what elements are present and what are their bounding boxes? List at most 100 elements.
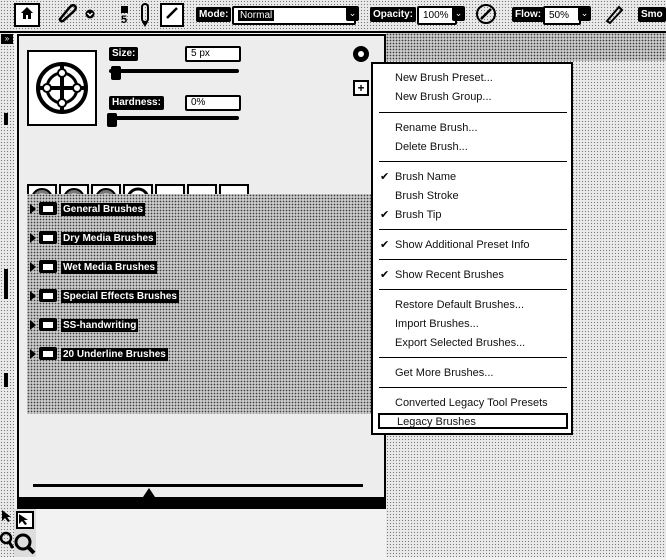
zoom-tool-icon[interactable] <box>0 531 15 551</box>
brush-preset-dropdown[interactable] <box>84 9 96 21</box>
opacity-field[interactable]: 100% <box>417 6 457 25</box>
select-tool-icon[interactable] <box>0 509 14 523</box>
menu-item-new-brush-preset[interactable]: New Brush Preset... <box>395 71 493 85</box>
hardness-field[interactable]: 0% <box>185 95 241 111</box>
home-button[interactable] <box>14 3 40 27</box>
menu-item-new-brush-group[interactable]: New Brush Group... <box>395 90 492 104</box>
panel-settings-button[interactable] <box>353 46 369 62</box>
brush-panel-icon <box>165 6 179 25</box>
gear-icon <box>358 51 364 57</box>
panel-dock-bar <box>386 33 666 61</box>
size-value: 5 px <box>191 48 210 59</box>
move-tool-icon[interactable] <box>16 511 34 529</box>
menu-item-restore-default-brushes[interactable]: Restore Default Brushes... <box>395 298 524 312</box>
brush-icon <box>56 3 78 28</box>
brush-folder-row[interactable]: Dry Media Brushes <box>27 227 379 249</box>
airbrush-icon <box>603 3 625 30</box>
brush-settings-toggle[interactable] <box>160 3 184 27</box>
menu-item-brush-stroke[interactable]: Brush Stroke <box>395 189 459 203</box>
mode-select[interactable]: Normal <box>232 6 356 25</box>
tool-edge-mark <box>4 373 8 387</box>
menu-separator <box>379 259 567 260</box>
preview-size-slider[interactable] <box>33 484 363 487</box>
menu-item-legacy-brushes[interactable]: Legacy Brushes <box>378 413 568 429</box>
hardness-label: Hardness: <box>109 96 164 110</box>
menu-item-show-additional-preset-info[interactable]: Show Additional Preset Info <box>395 238 530 252</box>
brush-folder-list: General Brushes Dry Media Brushes Wet Medi… <box>27 194 379 414</box>
brush-panel-flyout-menu: New Brush Preset... New Brush Group... R… <box>371 62 573 435</box>
mode-value: Normal <box>238 10 275 21</box>
magnify-icon[interactable] <box>14 533 36 555</box>
hardness-slider-track[interactable] <box>109 116 239 120</box>
angle-roundness-icon <box>36 62 88 114</box>
brush-size-number: 5 <box>120 14 128 26</box>
folder-icon <box>39 318 57 331</box>
size-slider-thumb[interactable] <box>110 66 121 80</box>
brush-tip-preview[interactable] <box>27 50 97 126</box>
opacity-slider-toggle[interactable]: ⌄ <box>452 6 465 21</box>
brush-size-indicator[interactable]: 5 <box>116 2 132 30</box>
tool-edge-mark <box>4 113 8 125</box>
tool-strip: » <box>0 33 15 557</box>
menu-item-show-recent-brushes[interactable]: Show Recent Brushes <box>395 268 504 282</box>
brush-folder-row[interactable]: 20 Underline Brushes <box>27 343 379 365</box>
home-icon <box>19 5 35 26</box>
expand-arrow-icon[interactable] <box>30 204 36 214</box>
menu-separator <box>379 387 567 388</box>
options-bar: 5 Mode: Normal ⌄ Opacity: 100% ⌄ Flow: 5… <box>0 0 666 33</box>
checkmark-icon: ✔ <box>380 171 390 183</box>
opacity-label: Opacity: <box>370 7 417 22</box>
tool-edge-mark <box>4 269 8 299</box>
size-slider-track[interactable] <box>109 69 239 73</box>
brush-folder-label: SS-handwriting <box>61 319 139 332</box>
menu-item-import-brushes[interactable]: Import Brushes... <box>395 317 479 331</box>
flow-field[interactable]: 50% <box>543 6 581 25</box>
size-field[interactable]: 5 px <box>185 46 241 62</box>
size-label: Size: <box>109 47 139 61</box>
menu-separator <box>379 357 567 358</box>
flow-slider-toggle[interactable]: ⌄ <box>578 6 591 21</box>
brush-folder-label: 20 Underline Brushes <box>61 348 168 361</box>
menu-separator <box>379 161 567 162</box>
folder-icon <box>39 347 57 360</box>
brush-tool-button[interactable] <box>54 3 80 28</box>
expand-arrow-icon[interactable] <box>30 320 36 330</box>
brush-dot-icon <box>120 6 128 13</box>
menu-item-get-more-brushes[interactable]: Get More Brushes... <box>395 366 493 380</box>
menu-item-brush-tip[interactable]: Brush Tip <box>395 208 441 222</box>
tool-strip-bottom <box>14 509 36 557</box>
menu-item-rename-brush[interactable]: Rename Brush... <box>395 121 478 135</box>
panel-footer <box>19 497 384 507</box>
brush-folder-label: Dry Media Brushes <box>61 232 156 245</box>
menu-item-delete-brush[interactable]: Delete Brush... <box>395 140 468 154</box>
brush-folder-label: General Brushes <box>61 203 146 216</box>
brush-folder-row[interactable]: Special Effects Brushes <box>27 285 379 307</box>
brush-folder-row[interactable]: Wet Media Brushes <box>27 256 379 278</box>
menu-item-brush-name[interactable]: Brush Name <box>395 170 456 184</box>
expand-arrow-icon[interactable] <box>30 291 36 301</box>
brush-folder-label: Special Effects Brushes <box>61 290 179 303</box>
chevron-down-icon[interactable]: ⌄ <box>346 6 359 21</box>
expand-arrow-icon[interactable] <box>30 233 36 243</box>
brush-folder-row[interactable]: General Brushes <box>27 198 379 220</box>
smoothing-label: Smo <box>638 7 666 22</box>
expand-arrow-icon[interactable] <box>30 349 36 359</box>
expand-arrow-icon[interactable] <box>30 262 36 272</box>
chevron-down-icon <box>85 6 95 24</box>
pen-pressure-icon[interactable] <box>138 2 152 28</box>
hardness-slider-thumb[interactable] <box>107 113 117 127</box>
checkmark-icon: ✔ <box>380 239 390 251</box>
hardness-value: 0% <box>191 97 206 108</box>
folder-icon <box>39 231 57 244</box>
folder-icon <box>39 289 57 302</box>
folder-icon <box>39 260 57 273</box>
opacity-value: 100% <box>423 10 449 21</box>
brush-folder-row[interactable]: SS-handwriting <box>27 314 379 336</box>
airbrush-button[interactable] <box>602 4 626 28</box>
opacity-pressure-button[interactable] <box>474 3 498 28</box>
menu-item-export-selected-brushes[interactable]: Export Selected Brushes... <box>395 336 525 350</box>
collapse-panels-icon[interactable]: » <box>1 34 13 44</box>
menu-separator <box>379 112 567 113</box>
new-preset-button[interactable]: + <box>353 80 369 96</box>
menu-item-converted-legacy-tool-presets[interactable]: Converted Legacy Tool Presets <box>395 396 548 410</box>
